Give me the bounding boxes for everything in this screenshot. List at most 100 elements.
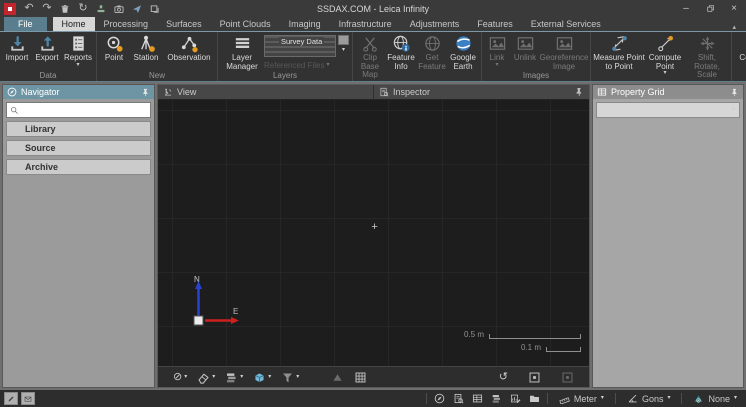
inspector-icon: [379, 87, 389, 97]
property-grid-panel: Property Grid ▾: [592, 84, 744, 388]
display-layers-caret-icon: ▾: [240, 375, 243, 380]
navigator-section-library[interactable]: Library: [6, 121, 151, 137]
import-icon: [8, 34, 27, 53]
referenced-files-button[interactable]: Referenced Files ▾: [264, 61, 336, 70]
view-mode-caret-icon: ▾: [268, 375, 271, 380]
status-bar: Meter ▾ Gons ▾ None ▾: [0, 390, 746, 407]
zoom-extents-button[interactable]: [525, 371, 544, 384]
inspector-pin-icon[interactable]: [574, 87, 584, 97]
tab-file[interactable]: File: [4, 17, 47, 31]
map-view-canvas[interactable]: + N E 0.5 m 0.1 m: [158, 100, 589, 366]
previous-view-icon: [561, 371, 574, 384]
tab-features[interactable]: Features: [468, 17, 522, 31]
undo-icon[interactable]: ↶: [21, 2, 37, 16]
new-point-button[interactable]: Point: [99, 32, 129, 63]
new-station-button[interactable]: Station: [129, 32, 163, 63]
export-button[interactable]: Export: [32, 32, 62, 63]
navigator-pin-icon[interactable]: [141, 88, 150, 97]
property-grid-selector[interactable]: ▾: [596, 102, 740, 118]
layer-visibility-combo[interactable]: Survey Data: [264, 35, 336, 57]
minimize-button[interactable]: –: [674, 1, 698, 16]
zoom-extents-icon: [528, 371, 541, 384]
redo-icon[interactable]: ↷: [39, 2, 55, 16]
filter-button[interactable]: ▾: [278, 371, 302, 384]
compute-point-button[interactable]: Compute Point ▾: [645, 32, 685, 76]
ribbon-collapse-button[interactable]: ▴: [722, 23, 746, 31]
measure-point-to-point-icon: [610, 34, 629, 53]
tab-surfaces[interactable]: Surfaces: [157, 17, 211, 31]
new-window-icon[interactable]: [147, 2, 163, 16]
tab-infrastructure[interactable]: Infrastructure: [330, 17, 401, 31]
reports-caret-icon: ▾: [76, 63, 79, 68]
tab-point-clouds[interactable]: Point Clouds: [211, 17, 280, 31]
restore-button[interactable]: [698, 1, 722, 16]
feature-info-label: Feature Info: [385, 54, 417, 71]
coordinate-system-selector[interactable]: None ▾: [688, 393, 742, 404]
tab-home[interactable]: Home: [53, 17, 95, 31]
property-grid-pin-icon[interactable]: [730, 88, 739, 97]
surface-display-button[interactable]: [328, 371, 347, 384]
group-label-images: Images: [484, 71, 588, 81]
georeference-image-button[interactable]: Georeference Image: [540, 32, 588, 71]
new-observation-button[interactable]: Observation: [163, 32, 215, 63]
reports-toggle-button[interactable]: [509, 393, 522, 404]
layers-toggle-button[interactable]: [490, 393, 503, 404]
link-image-button[interactable]: Link ▾: [484, 32, 510, 68]
previous-view-button[interactable]: [558, 371, 577, 384]
tab-view[interactable]: View: [158, 85, 374, 99]
google-earth-button[interactable]: Google Earth: [447, 32, 479, 71]
tab-imaging[interactable]: Imaging: [280, 17, 330, 31]
tab-external-services[interactable]: External Services: [522, 17, 610, 31]
project-folder-button[interactable]: [528, 393, 541, 404]
display-layers-button[interactable]: ▾: [222, 371, 246, 384]
angle-unit-selector[interactable]: Gons ▾: [622, 393, 676, 404]
feature-info-button[interactable]: Feature Info: [385, 32, 417, 71]
navigator-section-archive[interactable]: Archive: [6, 159, 151, 175]
get-feature-button[interactable]: Get Feature: [417, 32, 447, 71]
tab-inspector[interactable]: Inspector: [374, 85, 589, 99]
reports-button[interactable]: Reports ▾: [62, 32, 94, 68]
app-logo-icon[interactable]: [4, 3, 16, 15]
length-unit-selector[interactable]: Meter ▾: [554, 393, 609, 404]
grid-toggle-button[interactable]: [351, 371, 370, 384]
clip-base-map-button[interactable]: Clip Base Map: [355, 32, 385, 80]
delete-icon[interactable]: [57, 2, 73, 16]
coordinates-label: Coordinates: [739, 54, 746, 63]
quick-edit-button[interactable]: [4, 392, 18, 405]
property-grid-toggle-button[interactable]: [471, 393, 484, 404]
navigator-section-source[interactable]: Source: [6, 140, 151, 156]
send-icon[interactable]: [129, 2, 145, 16]
layer-manager-button[interactable]: Layer Manager: [220, 32, 264, 71]
layer-quick-button[interactable]: [338, 35, 349, 45]
ribbon-tab-row: File Home Processing Surfaces Point Clou…: [0, 17, 746, 31]
coordinates-button[interactable]: Coordinates ▾: [734, 32, 746, 68]
layer-stack-icon: [225, 371, 238, 384]
background-map-button[interactable]: ⊘ ▾: [170, 372, 190, 383]
stamp-icon[interactable]: [93, 2, 109, 16]
point-label: Point: [105, 54, 123, 63]
reset-rotation-button[interactable]: ↺: [496, 372, 511, 383]
view-center-marker: +: [371, 222, 377, 232]
shift-rotate-scale-button[interactable]: Shift, Rotate, Scale: [685, 32, 729, 80]
navigator-toggle-button[interactable]: [433, 393, 446, 404]
cleanup-tool-button[interactable]: ▾: [194, 371, 218, 384]
reset-rotation-icon: ↺: [499, 372, 508, 383]
inspector-toggle-button[interactable]: [452, 393, 465, 404]
layer-combo-caret-icon[interactable]: ▾: [342, 48, 345, 53]
unlink-image-button[interactable]: Unlink: [510, 32, 540, 63]
navigator-search-input[interactable]: [22, 104, 147, 116]
refresh-icon[interactable]: ↻: [75, 2, 91, 16]
close-button[interactable]: ×: [722, 1, 746, 16]
view-mode-button[interactable]: ▾: [250, 371, 274, 384]
tab-adjustments[interactable]: Adjustments: [401, 17, 469, 31]
message-log-button[interactable]: [21, 392, 35, 405]
compute-point-icon: [656, 34, 675, 53]
measure-point-to-point-button[interactable]: Measure Point to Point: [593, 32, 645, 71]
screenshot-icon[interactable]: [111, 2, 127, 16]
view-icon: [163, 87, 173, 97]
view-toolbar: ⊘ ▾ ▾ ▾ ▾ ▾: [158, 366, 589, 387]
quick-access-toolbar: ↶ ↷ ↻: [21, 2, 163, 16]
point-icon: [105, 34, 124, 53]
import-button[interactable]: Import: [2, 32, 32, 63]
tab-processing[interactable]: Processing: [95, 17, 158, 31]
